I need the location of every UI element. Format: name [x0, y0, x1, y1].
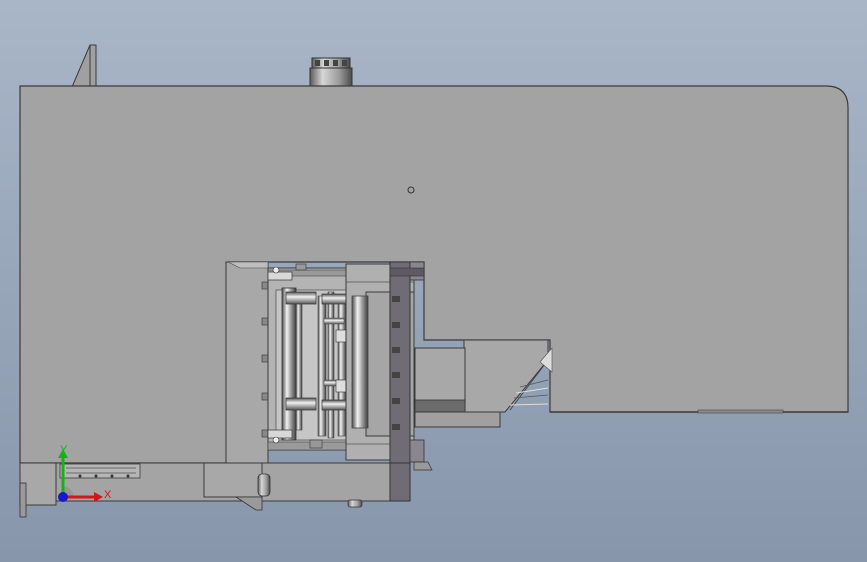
bottom-rail — [59, 463, 141, 479]
cad-viewport[interactable]: Y X — [0, 0, 867, 562]
triad-z-axis — [58, 492, 68, 502]
cad-drawing: Y X — [0, 0, 867, 562]
triad-x-label: X — [104, 489, 112, 501]
top-cylinder-cap — [309, 57, 353, 87]
bottom-bolt — [347, 499, 363, 508]
triad-y-label: Y — [60, 444, 68, 456]
